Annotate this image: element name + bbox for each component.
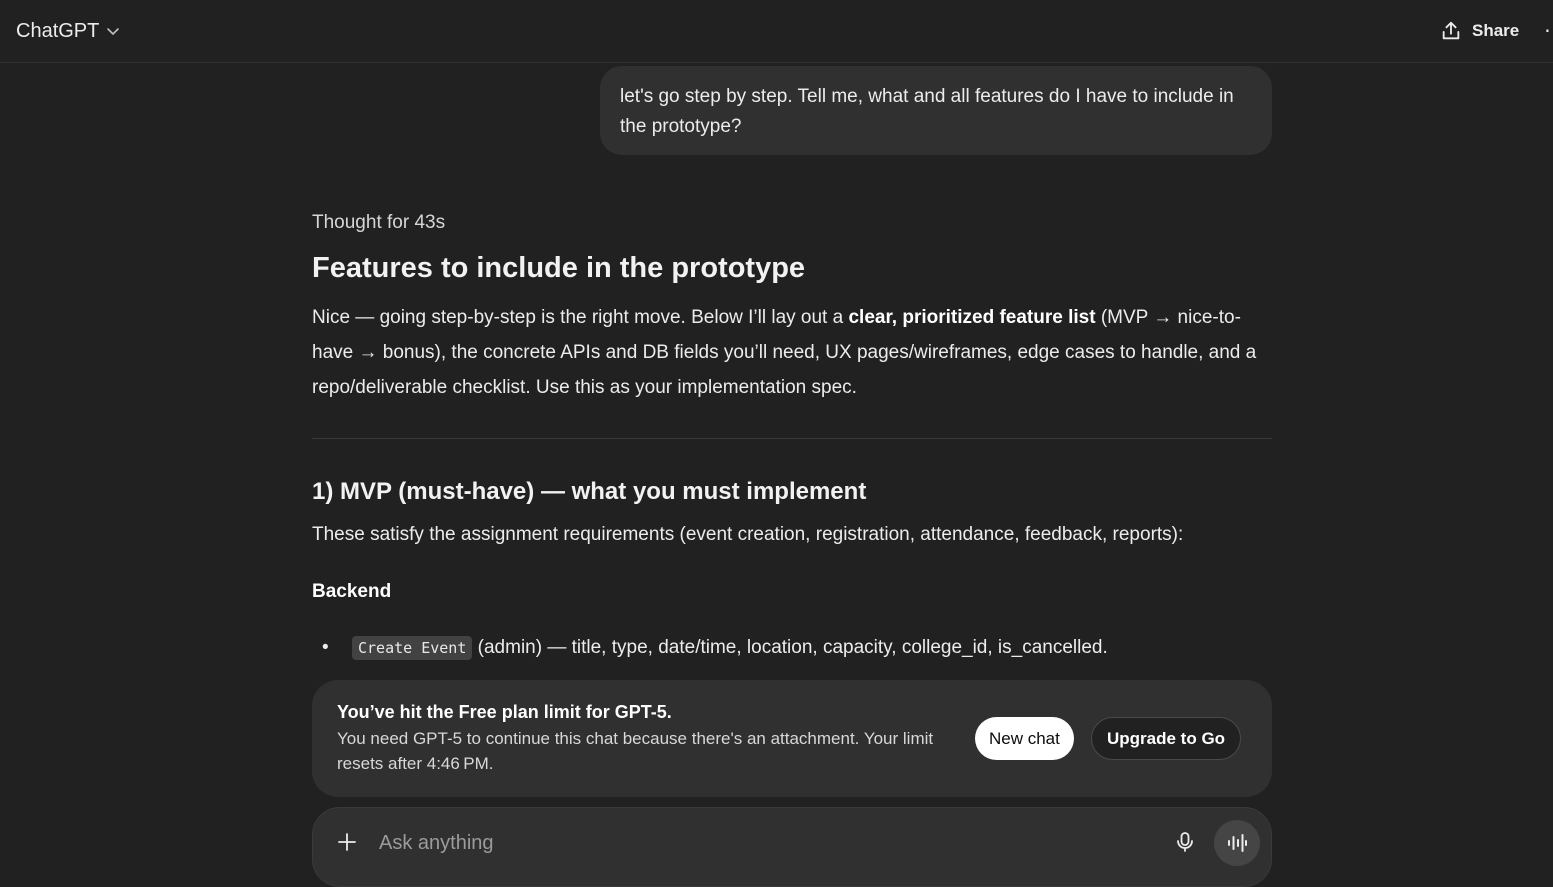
model-switcher[interactable]: ChatGPT — [16, 16, 121, 46]
divider — [312, 438, 1272, 439]
limit-title: You’ve hit the Free plan limit for GPT-5… — [337, 702, 672, 722]
thought-toggle[interactable]: Thought for 43s — [312, 212, 445, 234]
user-message: let's go step by step. Tell me, what and… — [600, 66, 1272, 155]
more-options-icon[interactable]: ⋯ — [1544, 22, 1553, 40]
list-item: Create Event (admin) — title, type, date… — [312, 630, 1272, 666]
list-item-text: (admin) — title, type, date/time, locati… — [472, 637, 1108, 658]
voice-mode-icon — [1228, 834, 1247, 852]
intro-text: Nice — going step-by-step is the right m… — [312, 307, 849, 328]
top-bar: ChatGPT Share ⋯ — [0, 0, 1553, 63]
plan-limit-notice: You’ve hit the Free plan limit for GPT-5… — [312, 680, 1272, 797]
response-heading: Features to include in the prototype — [312, 252, 806, 284]
plus-icon[interactable] — [335, 830, 359, 854]
share-icon — [1442, 21, 1460, 40]
inline-code: Create Event — [352, 636, 473, 660]
chevron-down-icon — [107, 28, 120, 35]
voice-mode-button[interactable] — [1214, 820, 1260, 866]
feature-list: Create Event (admin) — title, type, date… — [312, 630, 1272, 666]
sub-heading: Backend — [312, 581, 392, 602]
share-label: Share — [1472, 21, 1520, 40]
limit-text: You need GPT-5 to continue this chat bec… — [337, 729, 934, 773]
share-button[interactable]: Share — [1440, 16, 1519, 46]
response-intro: Nice — going step-by-step is the right m… — [312, 300, 1262, 405]
composer — [312, 807, 1272, 887]
upgrade-button[interactable]: Upgrade to Go — [1091, 717, 1242, 760]
new-chat-button[interactable]: New chat — [975, 717, 1074, 760]
section-heading: 1) MVP (must-have) — what you must imple… — [312, 478, 867, 505]
prompt-input[interactable] — [377, 826, 1161, 860]
section-text: These satisfy the assignment requirement… — [312, 524, 1184, 545]
intro-bold: clear, prioritized feature list — [848, 307, 1096, 328]
model-label: ChatGPT — [16, 19, 100, 42]
microphone-icon[interactable] — [1173, 830, 1197, 854]
